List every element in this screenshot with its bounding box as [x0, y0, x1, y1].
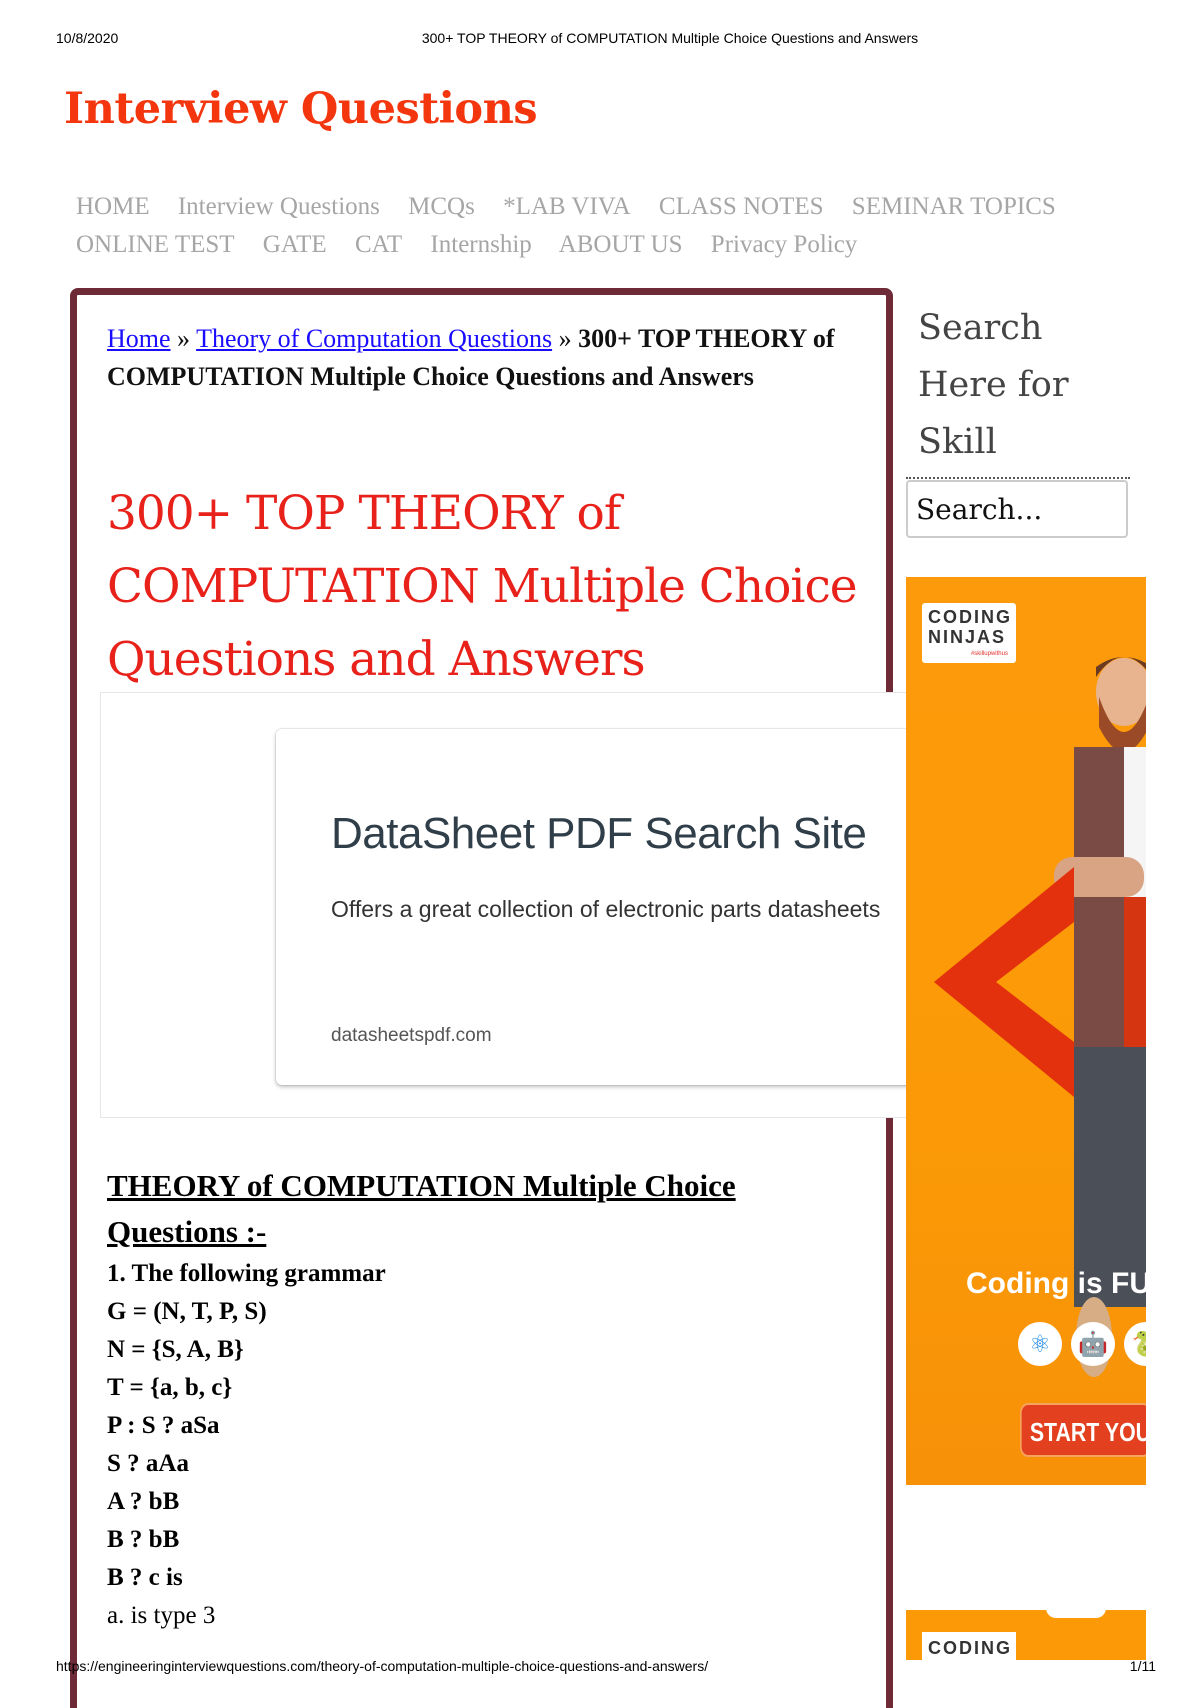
nav-item-online-test[interactable]: ONLINE TEST [76, 231, 235, 258]
question-line: S ? aAa [107, 1450, 189, 1477]
ad-card[interactable]: DataSheet PDF Search Site Offers a great… [276, 729, 919, 1085]
page-title: 300+ TOP THEORY of COMPUTATION Multiple … [107, 486, 858, 687]
android-icon: 🤖 [1071, 1322, 1115, 1366]
question-line: B ? c is [107, 1564, 183, 1591]
site-logo-title[interactable]: Interview Questions [64, 84, 538, 134]
nav-item-interview-questions[interactable]: Interview Questions [178, 193, 380, 220]
nav-item-seminar-topics[interactable]: SEMINAR TOPICS [852, 193, 1056, 220]
coding-ninjas-banner-ad[interactable]: CODING NINJAS #skillupwithus Coding is F… [906, 577, 1146, 1485]
coding-ninjas-banner-ad-secondary[interactable]: CODING [906, 1610, 1146, 1660]
nav-item-lab-viva[interactable]: *LAB VIVA [503, 193, 631, 220]
question-line: N = {S, A, B} [107, 1336, 244, 1363]
start-free-trial-button[interactable]: START YOUR FREE TRIAL [1020, 1403, 1146, 1457]
page-number: 1/11 [1129, 1658, 1156, 1674]
print-document-title: 300+ TOP THEORY of COMPUTATION Multiple … [421, 30, 919, 46]
breadcrumb-separator: » [558, 324, 572, 353]
react-icon: ⚛ [1018, 1322, 1062, 1366]
question-line: T = {a, b, c} [107, 1374, 233, 1401]
question-line: G = (N, T, P, S) [107, 1298, 267, 1325]
nav-item-home[interactable]: HOME [76, 193, 150, 220]
sidebar-divider [906, 477, 1130, 479]
logo-line-1: CODING [928, 607, 1012, 627]
tech-icons: ⚛ 🤖 🐍 [1018, 1322, 1146, 1366]
nav-item-mcqs[interactable]: MCQs [408, 193, 475, 220]
chevron-graphic [934, 867, 1074, 1097]
question-line: B ? bB [107, 1526, 180, 1553]
print-url: https://engineeringinterviewquestions.co… [56, 1658, 709, 1674]
logo-line-2: NINJAS [928, 627, 1007, 647]
ad-frame: DataSheet PDF Search Site Offers a great… [100, 692, 920, 1118]
nav-item-cat[interactable]: CAT [355, 231, 402, 258]
question-line: 1. The following grammar [107, 1260, 386, 1287]
breadcrumb-separator: » [177, 324, 191, 353]
breadcrumb-category-link[interactable]: Theory of Computation Questions [196, 324, 552, 353]
banner-tagline: Coding is FUN [966, 1267, 1146, 1300]
nav-item-class-notes[interactable]: CLASS NOTES [659, 193, 824, 220]
nav-item-gate[interactable]: GATE [263, 231, 327, 258]
question-line: P : S ? aSa [107, 1412, 220, 1439]
print-header: 10/8/2020 300+ TOP THEORY of COMPUTATION… [0, 30, 1200, 50]
logo-tagline: #skillupwithus [970, 651, 1008, 657]
sidebar-search-heading: Search Here for Skill [918, 308, 1069, 462]
coding-ninjas-logo: CODING NINJAS #skillupwithus [922, 603, 1016, 663]
main-navigation: HOME Interview Questions MCQs *LAB VIVA … [76, 188, 1136, 264]
breadcrumb: Home » Theory of Computation Questions »… [107, 320, 867, 396]
nav-item-privacy-policy[interactable]: Privacy Policy [711, 231, 858, 258]
breadcrumb-home-link[interactable]: Home [107, 324, 171, 353]
ad-headline[interactable]: DataSheet PDF Search Site [331, 809, 867, 859]
section-title: THEORY of COMPUTATION Multiple Choice Qu… [107, 1168, 736, 1249]
nav-item-internship[interactable]: Internship [430, 231, 531, 258]
logo-line-1: CODING [928, 1638, 1012, 1658]
article-content: THEORY of COMPUTATION Multiple Choice Qu… [107, 1163, 867, 1635]
coding-ninjas-logo: CODING [922, 1632, 1016, 1660]
ad-domain[interactable]: datasheetspdf.com [331, 1025, 492, 1047]
nav-item-about-us[interactable]: ABOUT US [559, 231, 683, 258]
answer-option: a. is type 3 [107, 1602, 216, 1629]
python-icon: 🐍 [1124, 1322, 1146, 1366]
ad-description: Offers a great collection of electronic … [331, 896, 881, 922]
question-line: A ? bB [107, 1488, 180, 1515]
search-input[interactable] [906, 480, 1128, 538]
